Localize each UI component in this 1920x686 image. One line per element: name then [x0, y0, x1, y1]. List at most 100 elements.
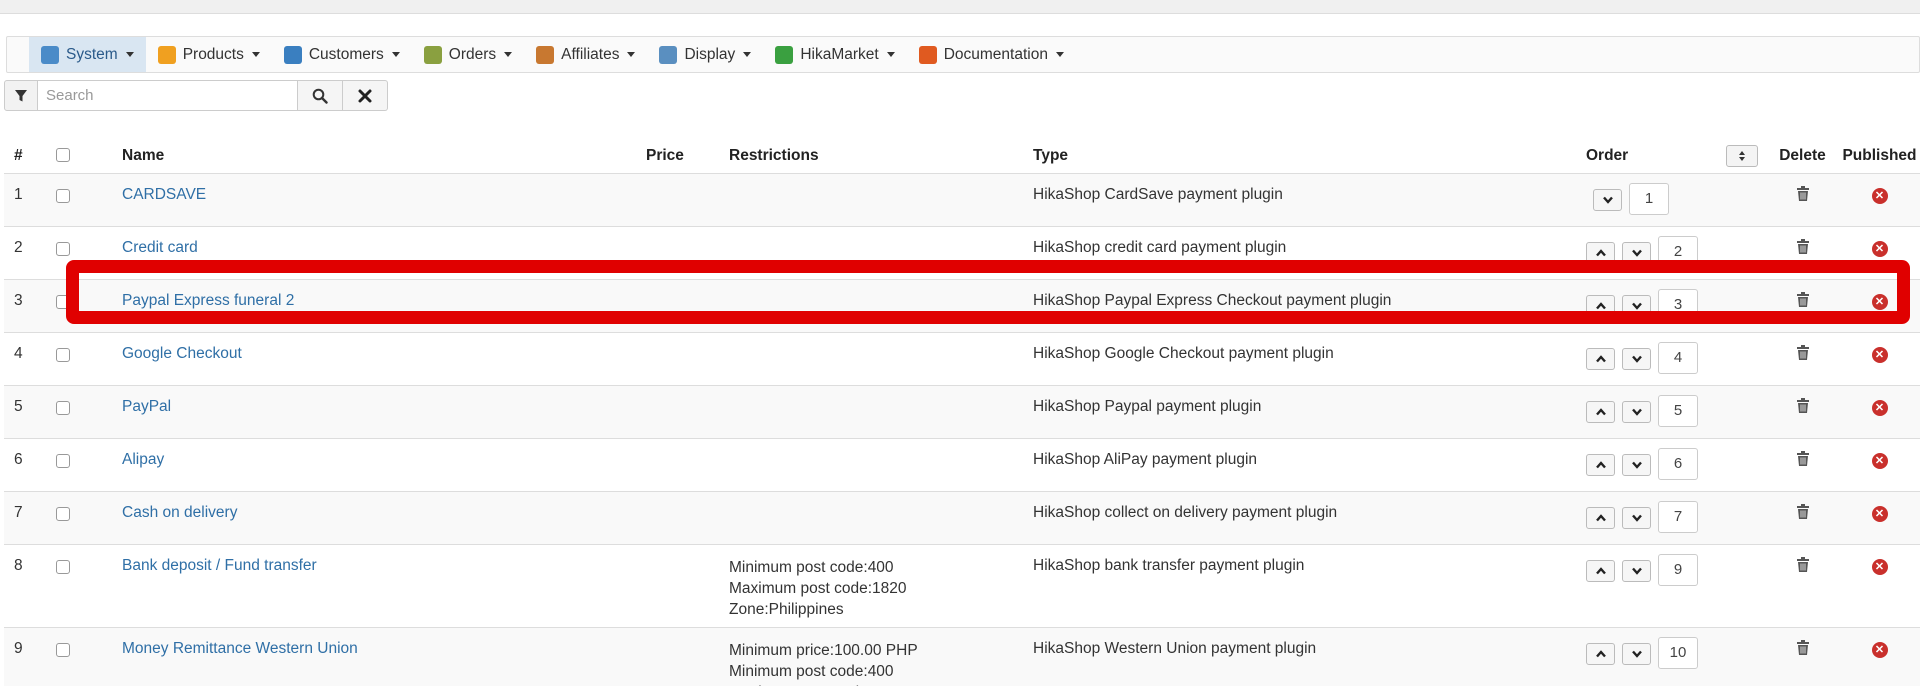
trash-icon[interactable]: [1796, 397, 1809, 418]
payment-method-name-link[interactable]: Cash on delivery: [122, 504, 237, 521]
move-down-button[interactable]: [1622, 506, 1651, 529]
payment-method-name-link[interactable]: PayPal: [122, 398, 171, 415]
move-up-button[interactable]: [1586, 642, 1615, 665]
move-down-button[interactable]: [1622, 241, 1651, 264]
unpublished-icon[interactable]: ✕: [1871, 187, 1888, 204]
table-row[interactable]: 9 Money Remittance Western Union Minimum…: [4, 627, 1920, 686]
trash-icon[interactable]: [1796, 185, 1809, 206]
table-row[interactable]: 4 Google Checkout HikaShop Google Checko…: [4, 332, 1920, 386]
clear-search-button[interactable]: [343, 80, 388, 111]
move-down-button[interactable]: [1622, 400, 1651, 423]
order-input[interactable]: 9: [1658, 553, 1698, 586]
payment-method-name-link[interactable]: Paypal Express funeral 2: [122, 292, 294, 309]
move-up-button[interactable]: [1586, 453, 1615, 476]
order-input[interactable]: 10: [1658, 636, 1698, 669]
top-strip: [0, 0, 1920, 14]
search-input[interactable]: [38, 80, 298, 111]
move-down-button[interactable]: [1622, 559, 1651, 582]
row-checkbox[interactable]: [56, 642, 70, 657]
column-header-published[interactable]: Published: [1839, 139, 1920, 174]
menu-display[interactable]: Display: [647, 37, 763, 72]
payment-method-name-link[interactable]: CARDSAVE: [122, 186, 206, 203]
column-header-order[interactable]: Order: [1586, 139, 1726, 174]
trash-icon[interactable]: [1796, 503, 1809, 524]
move-up-button[interactable]: [1586, 241, 1615, 264]
payment-method-name-link[interactable]: Money Remittance Western Union: [122, 640, 358, 657]
chevron-up-icon: [1595, 566, 1606, 575]
trash-icon[interactable]: [1796, 450, 1809, 471]
order-input[interactable]: 5: [1658, 394, 1698, 427]
unpublished-icon[interactable]: ✕: [1871, 346, 1888, 363]
row-checkbox[interactable]: [56, 188, 70, 203]
unpublished-icon[interactable]: ✕: [1871, 452, 1888, 469]
table-row[interactable]: 6 Alipay HikaShop AliPay payment plugin …: [4, 438, 1920, 492]
type-cell: HikaShop Paypal Express Checkout payment…: [1033, 279, 1586, 333]
restriction-line: Minimum post code:400: [729, 662, 894, 680]
move-up-button[interactable]: [1586, 294, 1615, 317]
menu-hikamarket[interactable]: HikaMarket: [763, 37, 906, 72]
unpublished-icon[interactable]: ✕: [1871, 641, 1888, 658]
menu-affiliates[interactable]: Affiliates: [524, 37, 647, 72]
unpublished-icon[interactable]: ✕: [1871, 558, 1888, 575]
row-checkbox[interactable]: [56, 400, 70, 415]
column-header-type[interactable]: Type: [1033, 139, 1586, 174]
order-input[interactable]: 1: [1629, 182, 1669, 215]
chevron-up-icon: [1595, 248, 1606, 257]
table-row[interactable]: 1 CARDSAVE HikaShop CardSave payment plu…: [4, 173, 1920, 227]
table-row[interactable]: 8 Bank deposit / Fund transfer Minimum p…: [4, 544, 1920, 628]
move-up-button[interactable]: [1586, 506, 1615, 529]
payment-method-name-link[interactable]: Bank deposit / Fund transfer: [122, 557, 317, 574]
menu-products[interactable]: Products: [146, 37, 272, 72]
table-row[interactable]: 2 Credit card HikaShop credit card payme…: [4, 226, 1920, 280]
menu-label: Affiliates: [561, 45, 620, 63]
unpublished-icon[interactable]: ✕: [1871, 293, 1888, 310]
move-down-button[interactable]: [1593, 188, 1622, 211]
restrictions-cell: [729, 226, 1033, 280]
save-order-button[interactable]: [1726, 144, 1758, 167]
order-input[interactable]: 7: [1658, 500, 1698, 533]
move-down-button[interactable]: [1622, 453, 1651, 476]
table-row[interactable]: 3 Paypal Express funeral 2 HikaShop Payp…: [4, 279, 1920, 333]
unpublished-icon[interactable]: ✕: [1871, 399, 1888, 416]
row-checkbox[interactable]: [56, 453, 70, 468]
unpublished-icon[interactable]: ✕: [1871, 240, 1888, 257]
search-button[interactable]: [298, 80, 343, 111]
trash-icon[interactable]: [1796, 291, 1809, 312]
move-down-button[interactable]: [1622, 294, 1651, 317]
row-checkbox[interactable]: [56, 559, 70, 574]
row-checkbox[interactable]: [56, 347, 70, 362]
trash-icon[interactable]: [1796, 238, 1809, 259]
display-icon: [659, 45, 678, 64]
payment-method-name-link[interactable]: Alipay: [122, 451, 164, 468]
row-checkbox[interactable]: [56, 294, 70, 309]
row-checkbox[interactable]: [56, 241, 70, 256]
menu-customers[interactable]: Customers: [272, 37, 412, 72]
restriction-line: Minimum post code:400: [729, 558, 894, 576]
move-up-button[interactable]: [1586, 347, 1615, 370]
trash-icon[interactable]: [1796, 639, 1809, 660]
row-checkbox[interactable]: [56, 506, 70, 521]
table-row[interactable]: 7 Cash on delivery HikaShop collect on d…: [4, 491, 1920, 545]
menu-orders[interactable]: Orders: [412, 37, 524, 72]
trash-icon[interactable]: [1796, 556, 1809, 577]
order-input[interactable]: 6: [1658, 447, 1698, 480]
column-header-price[interactable]: Price: [646, 139, 729, 174]
order-input[interactable]: 2: [1658, 235, 1698, 268]
order-input[interactable]: 3: [1658, 288, 1698, 321]
filter-icon[interactable]: [4, 80, 38, 111]
market-icon: [775, 45, 794, 64]
trash-icon[interactable]: [1796, 344, 1809, 365]
unpublished-icon[interactable]: ✕: [1871, 505, 1888, 522]
move-up-button[interactable]: [1586, 400, 1615, 423]
table-row[interactable]: 5 PayPal HikaShop Paypal payment plugin …: [4, 385, 1920, 439]
order-input[interactable]: 4: [1658, 341, 1698, 374]
payment-method-name-link[interactable]: Google Checkout: [122, 345, 242, 362]
move-up-button[interactable]: [1586, 559, 1615, 582]
column-header-name[interactable]: Name: [122, 139, 646, 174]
menu-documentation[interactable]: Documentation: [907, 37, 1076, 72]
select-all-checkbox[interactable]: [56, 147, 70, 162]
payment-method-name-link[interactable]: Credit card: [122, 239, 198, 256]
move-down-button[interactable]: [1622, 642, 1651, 665]
menu-system[interactable]: System: [29, 37, 146, 72]
move-down-button[interactable]: [1622, 347, 1651, 370]
